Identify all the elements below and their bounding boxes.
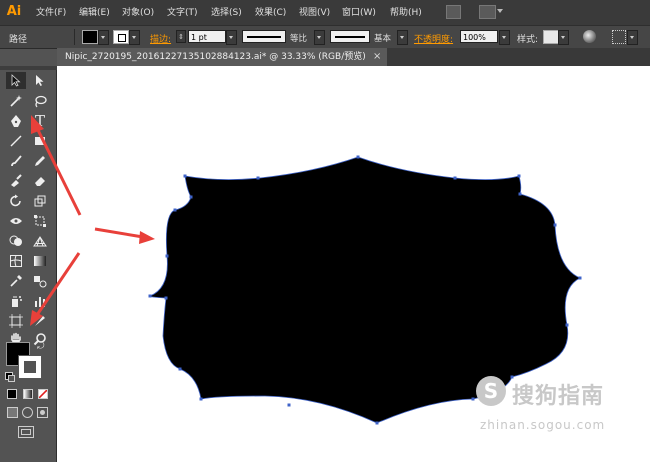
bridge-icon[interactable] [446, 5, 461, 19]
stroke-color-swatch[interactable] [113, 30, 129, 44]
pencil-tool-icon[interactable] [30, 152, 50, 169]
menu-file[interactable]: 文件(F) [36, 5, 66, 18]
fill-color-swatch[interactable] [82, 30, 98, 44]
opacity-field[interactable]: 100% [460, 30, 498, 43]
style-label: 样式: [517, 35, 539, 45]
blob-brush-tool-icon[interactable] [6, 172, 26, 189]
panel-grip[interactable] [0, 66, 57, 70]
pen-tool-icon[interactable] [6, 112, 26, 129]
watermark-brand: 搜狗指南 [512, 384, 605, 409]
line-segment-tool-icon[interactable] [6, 132, 26, 149]
screen-mode-icon[interactable] [18, 426, 34, 438]
stroke-color-dropdown[interactable] [129, 30, 140, 45]
stroke-color-box[interactable] [18, 355, 42, 379]
sogou-watermark: S 搜狗指南 zhinan.sogou.com [472, 374, 648, 436]
stroke-label[interactable]: 描边: [150, 32, 171, 45]
shape-builder-tool-icon[interactable] [6, 232, 26, 249]
menu-view[interactable]: 视图(V) [299, 5, 330, 18]
close-tab-icon[interactable]: × [373, 48, 381, 66]
paintbrush-tool-icon[interactable] [6, 152, 26, 169]
graphic-style-swatch[interactable] [543, 30, 559, 44]
align-dropdown[interactable] [627, 30, 638, 45]
variable-width-dropdown[interactable] [314, 30, 325, 45]
menu-type[interactable]: 文字(T) [167, 5, 198, 18]
blend-tool-icon[interactable] [30, 272, 50, 289]
eyedropper-tool-icon[interactable] [6, 272, 26, 289]
separator [74, 29, 75, 45]
fill-dropdown[interactable] [98, 30, 109, 45]
mesh-tool-icon[interactable] [6, 252, 26, 269]
symbol-sprayer-tool-icon[interactable] [6, 292, 26, 309]
selection-type-label: 路径 [9, 35, 28, 45]
menu-object[interactable]: 对象(O) [122, 5, 154, 18]
artboard-tool-icon[interactable] [6, 312, 26, 329]
draw-behind-icon[interactable] [22, 407, 33, 418]
selection-tool-icon[interactable] [6, 72, 26, 89]
direct-selection-tool-icon[interactable] [30, 72, 50, 89]
column-graph-tool-icon[interactable] [30, 292, 50, 309]
align-icon[interactable] [612, 30, 626, 44]
color-mode-icon[interactable] [7, 389, 17, 399]
watermark-url: zhinan.sogou.com [480, 418, 606, 432]
type-tool-icon[interactable]: T [30, 112, 50, 130]
variable-width-profile[interactable] [242, 30, 286, 43]
recolor-artwork-icon[interactable] [583, 30, 596, 43]
eraser-tool-icon[interactable] [30, 172, 50, 189]
free-transform-tool-icon[interactable] [30, 212, 50, 229]
document-tab[interactable]: Nipic_2720195_20161227135102884123.ai* @… [57, 48, 387, 66]
menu-select[interactable]: 选择(S) [211, 5, 242, 18]
default-fill-stroke-icon[interactable] [5, 372, 15, 382]
control-bar: 路径 描边: ⇕ 1 pt 等比 基本 不透明度: 100% 样式: [0, 25, 650, 49]
variable-width-label: 等比 [290, 34, 308, 44]
width-tool-icon[interactable] [6, 212, 26, 229]
rectangle-tool-icon[interactable] [30, 132, 50, 149]
slice-tool-icon[interactable] [30, 312, 50, 329]
rotate-tool-icon[interactable] [6, 192, 26, 209]
lasso-tool-icon[interactable] [30, 92, 50, 109]
draw-normal-icon[interactable] [7, 407, 18, 418]
menu-effect[interactable]: 效果(C) [255, 5, 286, 18]
document-tab-bar: Nipic_2720195_20161227135102884123.ai* @… [57, 48, 650, 66]
brush-definition[interactable] [330, 30, 370, 43]
menu-edit[interactable]: 编辑(E) [79, 5, 110, 18]
draw-inside-icon[interactable] [37, 407, 48, 418]
menu-bar: Ai 文件(F) 编辑(E) 对象(O) 文字(T) 选择(S) 效果(C) 视… [0, 0, 650, 25]
brush-dropdown[interactable] [397, 30, 408, 45]
stroke-weight-field[interactable]: 1 pt [188, 30, 226, 43]
menu-help[interactable]: 帮助(H) [390, 5, 422, 18]
app-logo: Ai [6, 4, 22, 19]
tools-panel: T ⤾ [0, 66, 57, 462]
opacity-dropdown[interactable] [499, 30, 510, 45]
none-mode-icon[interactable] [38, 389, 48, 399]
gradient-mode-icon[interactable] [23, 389, 33, 399]
arrange-documents-icon[interactable] [479, 5, 496, 19]
stroke-weight-dropdown[interactable] [226, 30, 237, 45]
stroke-weight-stepper[interactable]: ⇕ [176, 30, 186, 43]
opacity-label[interactable]: 不透明度: [414, 32, 453, 45]
menu-window[interactable]: 窗口(W) [342, 5, 376, 18]
perspective-grid-tool-icon[interactable] [30, 232, 50, 249]
sogou-logo-icon: S [476, 376, 506, 406]
brush-label: 基本 [374, 34, 392, 44]
magic-wand-tool-icon[interactable] [6, 92, 26, 109]
swap-fill-stroke-icon[interactable]: ⤾ [37, 342, 45, 352]
gradient-tool-icon[interactable] [30, 252, 50, 269]
scale-tool-icon[interactable] [30, 192, 50, 209]
document-tab-title: Nipic_2720195_20161227135102884123.ai* @… [65, 52, 366, 62]
graphic-style-dropdown[interactable] [558, 30, 569, 45]
arrange-dropdown-icon[interactable] [497, 9, 503, 13]
